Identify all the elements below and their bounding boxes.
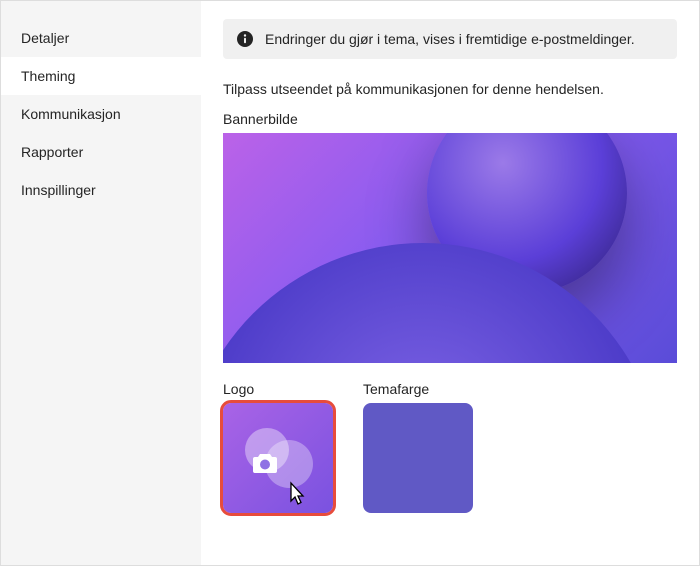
sidebar: Detaljer Theming Kommunikasjon Rapporter…: [1, 1, 201, 565]
tiles-row: Logo: [223, 381, 677, 513]
cursor-icon: [285, 481, 307, 507]
themecolor-group: Temafarge: [363, 381, 473, 513]
logo-bubbles-icon: [243, 428, 313, 488]
main-content: Endringer du gjør i tema, vises i fremti…: [201, 1, 699, 565]
logo-tile[interactable]: [223, 403, 333, 513]
sidebar-item-label: Theming: [21, 68, 75, 84]
sidebar-item-label: Kommunikasjon: [21, 106, 121, 122]
sidebar-item-recordings[interactable]: Innspillinger: [1, 171, 201, 209]
banner-label: Bannerbilde: [223, 111, 677, 127]
themecolor-label: Temafarge: [363, 381, 473, 397]
sidebar-item-label: Innspillinger: [21, 182, 96, 198]
sidebar-item-reports[interactable]: Rapporter: [1, 133, 201, 171]
sidebar-item-details[interactable]: Detaljer: [1, 19, 201, 57]
info-bar: Endringer du gjør i tema, vises i fremti…: [223, 19, 677, 59]
sidebar-item-label: Detaljer: [21, 30, 69, 46]
logo-group: Logo: [223, 381, 333, 513]
sidebar-item-theming[interactable]: Theming: [1, 57, 201, 95]
banner-image[interactable]: [223, 133, 677, 363]
info-text: Endringer du gjør i tema, vises i fremti…: [265, 31, 635, 47]
sidebar-item-label: Rapporter: [21, 144, 83, 160]
camera-icon: [251, 452, 279, 474]
app-container: Detaljer Theming Kommunikasjon Rapporter…: [1, 1, 699, 565]
subtitle: Tilpass utseendet på kommunikasjonen for…: [223, 81, 677, 97]
logo-label: Logo: [223, 381, 333, 397]
themecolor-tile[interactable]: [363, 403, 473, 513]
sidebar-item-communication[interactable]: Kommunikasjon: [1, 95, 201, 133]
info-icon: [237, 31, 253, 47]
